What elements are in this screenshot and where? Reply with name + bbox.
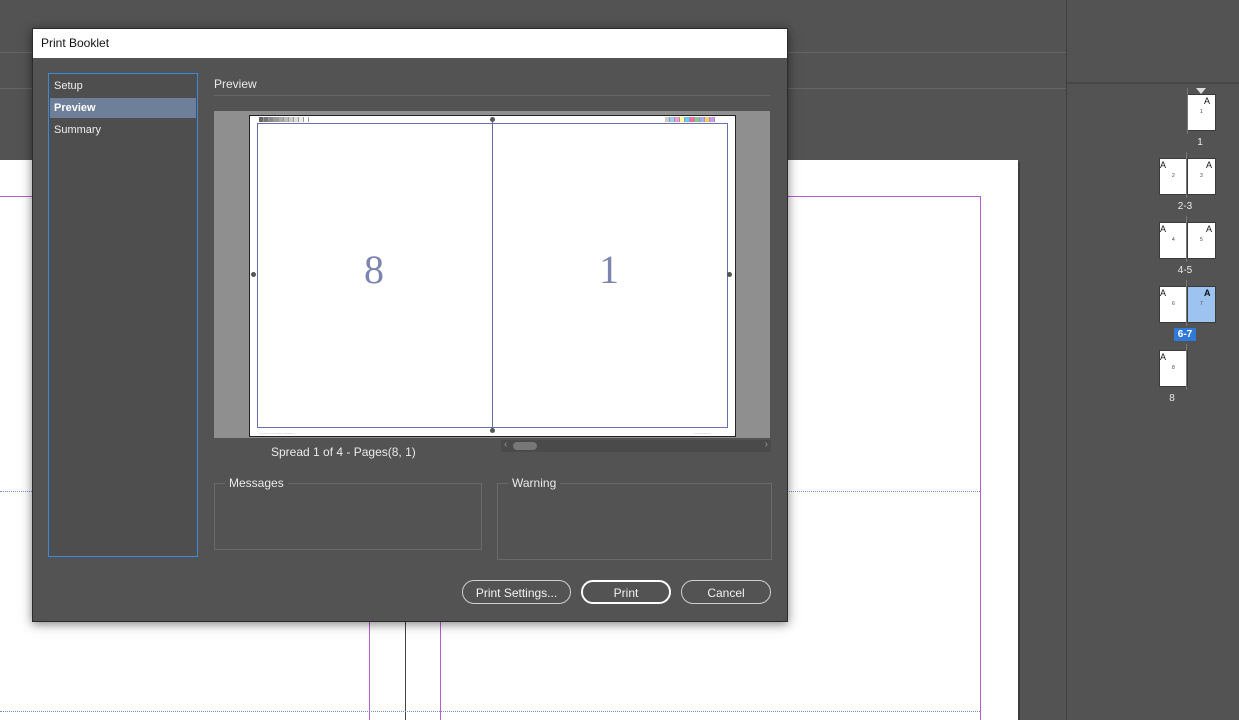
- warning-label: Warning: [508, 476, 561, 490]
- page-number-mini: 5: [1200, 237, 1203, 243]
- preview-right-page-number: 1: [599, 247, 619, 292]
- spread-fold: [492, 120, 493, 432]
- slug-info-left: .......... .......... ..........: [259, 430, 295, 435]
- margin-guide: [440, 620, 441, 720]
- cancel-button[interactable]: Cancel: [681, 580, 771, 604]
- page-thumbnail[interactable]: A 5: [1187, 222, 1216, 259]
- page-thumbnail[interactable]: A 2: [1159, 158, 1188, 195]
- registration-mark: [251, 272, 256, 277]
- scroll-left-icon[interactable]: ‹: [504, 439, 507, 450]
- slug-info-right: ...............: [694, 430, 711, 435]
- warning-group: Warning: [497, 476, 772, 560]
- spread-label[interactable]: 2-3: [1165, 201, 1205, 212]
- spine: [1186, 344, 1187, 390]
- spine: [1187, 88, 1188, 134]
- page-thumbnail[interactable]: A 3: [1187, 158, 1216, 195]
- baseline-guide: [0, 491, 32, 492]
- panel-divider: [1067, 82, 1239, 84]
- sidebar-item-preview[interactable]: Preview: [50, 98, 196, 118]
- spread-label-selected[interactable]: 6-7: [1174, 328, 1196, 341]
- page-thumbnail[interactable]: A 1: [1187, 94, 1216, 131]
- registration-mark: [490, 428, 495, 433]
- master-letter: A: [1160, 352, 1167, 362]
- page-number-mini: 7: [1200, 301, 1203, 307]
- spread-label[interactable]: 4-5: [1165, 265, 1205, 276]
- page-shadow: [1018, 162, 1020, 720]
- master-letter: A: [1204, 96, 1211, 106]
- messages-label: Messages: [225, 476, 288, 490]
- print-settings-button[interactable]: Print Settings...: [462, 580, 571, 604]
- page-number-mini: 6: [1172, 301, 1175, 307]
- master-letter: A: [1206, 160, 1213, 170]
- spine: [1186, 216, 1187, 262]
- page-number-mini: 4: [1172, 237, 1175, 243]
- spine: [1186, 152, 1187, 198]
- scroll-right-icon[interactable]: ›: [765, 439, 768, 450]
- messages-group: Messages: [214, 476, 482, 550]
- column-guide: [405, 620, 406, 720]
- preview-sheet: 8 1 .......... .......... .......... ...…: [249, 115, 736, 437]
- print-booklet-dialog: Print Booklet Setup Preview Summary Prev…: [32, 28, 788, 622]
- master-letter: A: [1204, 288, 1211, 298]
- spine: [1186, 280, 1187, 326]
- page-thumbnail[interactable]: A 4: [1159, 222, 1188, 259]
- registration-mark: [727, 272, 732, 277]
- preview-left-page-number: 8: [364, 247, 384, 292]
- sidebar-item-summary[interactable]: Summary: [50, 120, 196, 140]
- section-title: Preview: [214, 77, 257, 91]
- baseline-guide: [787, 491, 980, 492]
- page-number-mini: 1: [1200, 109, 1203, 115]
- dialog-title[interactable]: Print Booklet: [33, 29, 787, 58]
- print-button[interactable]: Print: [581, 580, 671, 604]
- spread-info: Spread 1 of 4 - Pages(8, 1): [271, 445, 416, 459]
- page-thumbnail[interactable]: A 6: [1159, 286, 1188, 323]
- sidebar-item-setup[interactable]: Setup: [50, 76, 196, 96]
- page-number-mini: 3: [1200, 173, 1203, 179]
- section-divider: [214, 95, 770, 96]
- preview-area[interactable]: 8 1 .......... .......... .......... ...…: [214, 111, 770, 438]
- grayscale-bar: [259, 117, 309, 122]
- margin-guide: [980, 196, 981, 720]
- pages-panel: A 1 1 A 2 A 3 2-3 A 4 A 5 4-5 A 6 A 7 6-…: [1066, 0, 1239, 720]
- margin-guide: [369, 620, 370, 720]
- master-letter: A: [1160, 288, 1167, 298]
- spread-label[interactable]: 8: [1152, 393, 1192, 404]
- color-bar: [665, 117, 715, 122]
- spread-label[interactable]: 1: [1180, 137, 1220, 148]
- page-thumbnail[interactable]: A 8: [1159, 350, 1188, 387]
- page-number-mini: 8: [1172, 365, 1175, 371]
- page-number-mini: 2: [1172, 173, 1175, 179]
- dialog-sidebar: Setup Preview Summary: [48, 73, 198, 557]
- registration-mark: [490, 117, 495, 122]
- master-letter: A: [1160, 224, 1167, 234]
- master-letter: A: [1206, 224, 1213, 234]
- scrollbar-thumb[interactable]: [513, 442, 537, 450]
- preview-scrollbar[interactable]: ‹ ›: [501, 439, 771, 452]
- page-thumbnail-selected[interactable]: A 7: [1187, 286, 1216, 323]
- baseline-guide: [0, 711, 980, 712]
- master-letter: A: [1160, 160, 1167, 170]
